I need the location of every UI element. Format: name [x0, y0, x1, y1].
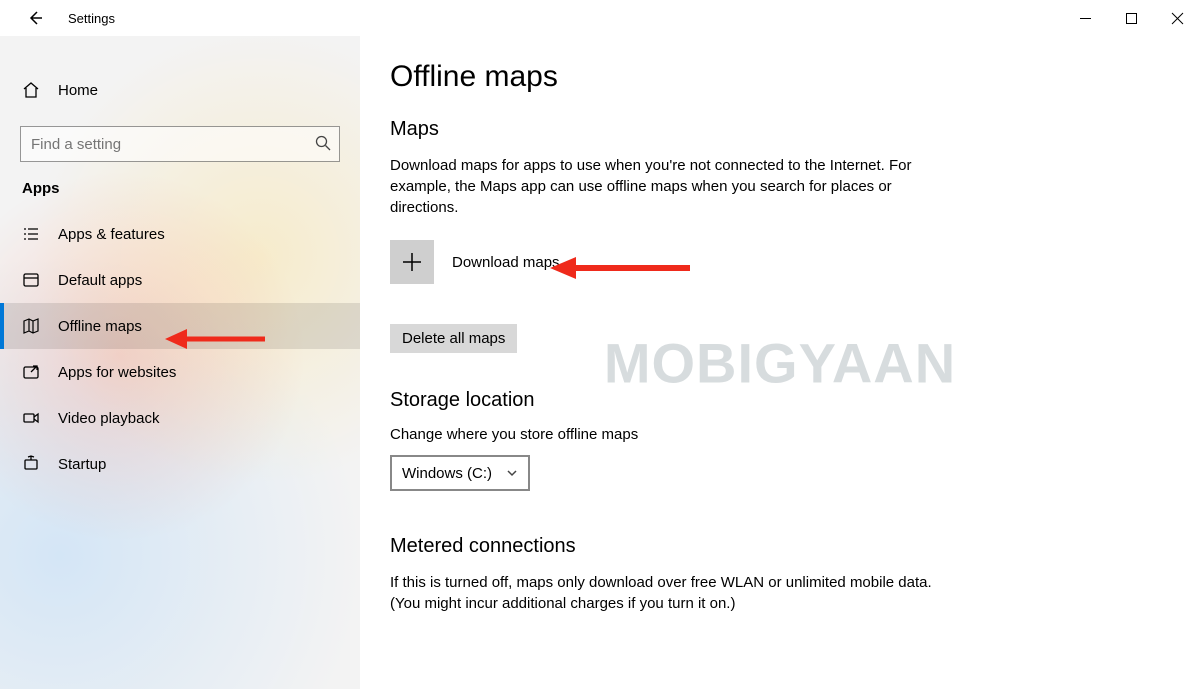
- home-icon: [22, 81, 48, 99]
- nav-label: Startup: [58, 456, 106, 473]
- close-icon: [1172, 13, 1183, 24]
- section-storage-heading: Storage location: [390, 389, 1150, 412]
- download-maps-label: Download maps: [452, 254, 560, 271]
- list-icon: [22, 225, 48, 243]
- arrow-left-icon: [27, 10, 43, 26]
- nav-video-playback[interactable]: Video playback: [0, 395, 360, 441]
- minimize-button[interactable]: [1062, 2, 1108, 34]
- page-title: Offline maps: [390, 60, 1150, 94]
- storage-drive-dropdown[interactable]: Windows (C:): [390, 455, 530, 491]
- defaults-icon: [22, 271, 48, 289]
- section-maps-heading: Maps: [390, 118, 1150, 141]
- section-maps-description: Download maps for apps to use when you'r…: [390, 155, 950, 218]
- maximize-button[interactable]: [1108, 2, 1154, 34]
- nav-apps-features[interactable]: Apps & features: [0, 211, 360, 257]
- main-content: MOBIGYAAN Offline maps Maps Download map…: [360, 36, 1200, 689]
- home-button[interactable]: Home: [0, 70, 360, 110]
- sidebar: Home Apps Apps & features Default apps: [0, 36, 360, 689]
- nav-label: Default apps: [58, 272, 142, 289]
- section-storage-description: Change where you store offline maps: [390, 426, 1150, 443]
- close-button[interactable]: [1154, 2, 1200, 34]
- download-maps-button[interactable]: [390, 240, 434, 284]
- sidebar-section-label: Apps: [0, 180, 360, 197]
- search-input[interactable]: [20, 126, 340, 162]
- app-title: Settings: [68, 11, 115, 26]
- home-label: Home: [58, 82, 98, 99]
- nav-label: Offline maps: [58, 318, 142, 335]
- nav-offline-maps[interactable]: Offline maps: [0, 303, 360, 349]
- video-icon: [22, 409, 48, 427]
- nav-apps-websites[interactable]: Apps for websites: [0, 349, 360, 395]
- delete-all-maps-label: Delete all maps: [402, 330, 505, 347]
- section-metered-heading: Metered connections: [390, 535, 1150, 558]
- nav-label: Video playback: [58, 410, 159, 427]
- section-metered-description: If this is turned off, maps only downloa…: [390, 572, 950, 614]
- delete-all-maps-button[interactable]: Delete all maps: [390, 324, 517, 353]
- map-icon: [22, 317, 48, 335]
- minimize-icon: [1080, 13, 1091, 24]
- storage-drive-selected: Windows (C:): [402, 465, 492, 482]
- open-in-app-icon: [22, 363, 48, 381]
- startup-icon: [22, 455, 48, 473]
- plus-icon: [401, 251, 423, 273]
- nav-default-apps[interactable]: Default apps: [0, 257, 360, 303]
- maximize-icon: [1126, 13, 1137, 24]
- back-button[interactable]: [20, 3, 50, 33]
- nav-label: Apps for websites: [58, 364, 176, 381]
- nav-label: Apps & features: [58, 226, 165, 243]
- nav-startup[interactable]: Startup: [0, 441, 360, 487]
- chevron-down-icon: [506, 467, 518, 479]
